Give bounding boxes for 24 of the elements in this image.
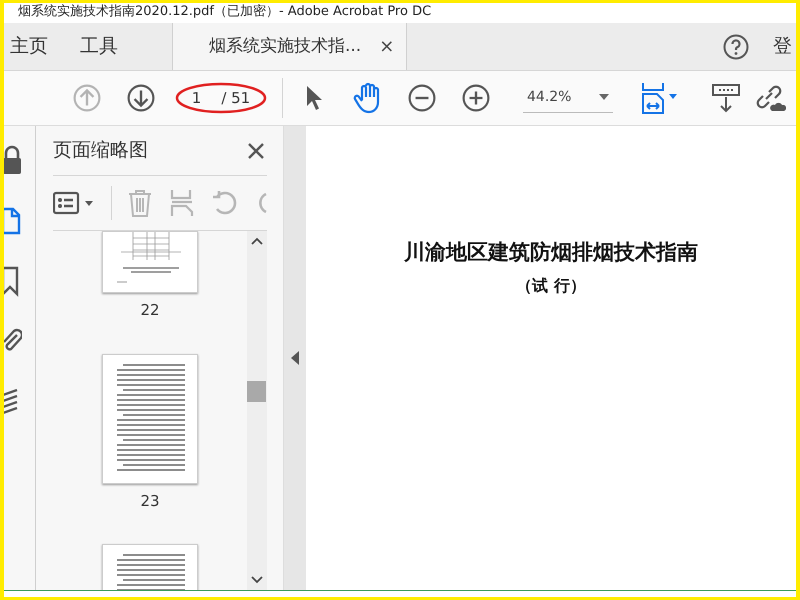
tab[interactable]: 主页 bbox=[4, 23, 64, 70]
scrollbar-thumb[interactable] bbox=[247, 381, 266, 402]
page-number-field[interactable]: 1 bbox=[192, 86, 202, 110]
close-tab-icon[interactable]: × bbox=[379, 33, 394, 60]
scroll-down-icon[interactable] bbox=[251, 576, 263, 584]
document-title: 川渝地区建筑防烟排烟技术指南 bbox=[403, 238, 699, 266]
tab[interactable]: 烟系统实施技术指... × bbox=[172, 23, 408, 70]
document-subtitle: （试 行） bbox=[515, 275, 587, 297]
page-number-label: 22 bbox=[140, 300, 160, 321]
page-thumbnail[interactable] bbox=[102, 231, 198, 293]
dropdown-caret-icon bbox=[599, 94, 609, 100]
scroll-up-icon[interactable] bbox=[251, 237, 263, 245]
collapse-arrow-icon[interactable] bbox=[291, 351, 299, 365]
page-number-label: 23 bbox=[140, 490, 160, 512]
download-icon[interactable] bbox=[709, 81, 743, 115]
page-count: / 51 bbox=[221, 88, 250, 109]
panel-title: 页面缩略图 bbox=[53, 138, 148, 164]
zoom-field[interactable]: 44.2% bbox=[523, 83, 613, 113]
page-thumbnail[interactable] bbox=[102, 354, 198, 484]
page-thumbnail[interactable] bbox=[102, 544, 198, 590]
scrollbar[interactable] bbox=[247, 231, 267, 590]
window-title: 烟系统实施技术指南2020.12.pdf（已加密）- Adobe Acrobat Pro DC bbox=[17, 3, 432, 21]
tab[interactable]: 工具 bbox=[64, 23, 134, 70]
sign-in-link[interactable]: 登 bbox=[753, 23, 796, 70]
